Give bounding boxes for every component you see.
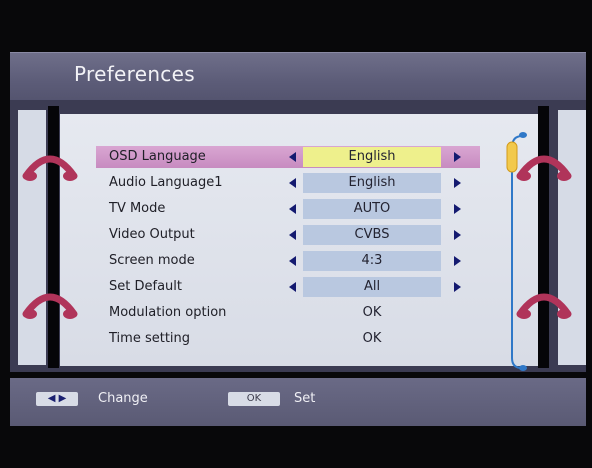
left-arrow-icon[interactable] — [289, 256, 296, 266]
row-value[interactable]: OK — [303, 329, 441, 349]
row-label: Modulation option — [109, 305, 227, 320]
row-label: Time setting — [109, 331, 191, 346]
set-hint: Set — [294, 391, 316, 406]
left-pillar — [48, 106, 59, 368]
right-pillar — [538, 106, 549, 368]
row-label: Set Default — [109, 279, 182, 294]
left-arrow-icon[interactable] — [289, 204, 296, 214]
menu-row-set-default[interactable]: Set Default All — [96, 276, 480, 298]
row-label: OSD Language — [109, 149, 206, 164]
page-title: Preferences — [74, 62, 195, 86]
menu-row-audio-language1[interactable]: Audio Language1 English — [96, 172, 480, 194]
left-arrow-icon[interactable] — [289, 178, 296, 188]
row-label: Screen mode — [109, 253, 195, 268]
change-hint: Change — [98, 391, 148, 406]
left-right-keys-icon: ◀ ▶ — [36, 392, 78, 406]
menu-row-osd-language[interactable]: OSD Language English — [96, 146, 480, 168]
row-label: Audio Language1 — [109, 175, 223, 190]
menu-row-time-setting[interactable]: Time setting OK — [96, 328, 480, 350]
menu-row-modulation-option[interactable]: Modulation option OK — [96, 302, 480, 324]
right-arrow-icon[interactable] — [454, 204, 461, 214]
right-arrow-icon[interactable] — [454, 152, 461, 162]
menu-row-tv-mode[interactable]: TV Mode AUTO — [96, 198, 480, 220]
left-arrow-icon[interactable] — [289, 282, 296, 292]
menu-row-screen-mode[interactable]: Screen mode 4:3 — [96, 250, 480, 272]
row-value[interactable]: 4:3 — [303, 251, 441, 271]
ok-key-icon: OK — [228, 392, 280, 406]
row-value[interactable]: AUTO — [303, 199, 441, 219]
row-value[interactable]: OK — [303, 303, 441, 323]
tv-screen: Preferences OSD Language English Audio L… — [0, 0, 592, 468]
row-value[interactable]: CVBS — [303, 225, 441, 245]
scroll-thumb — [506, 141, 518, 173]
right-arrow-icon[interactable] — [454, 256, 461, 266]
menu-frame: OSD Language English Audio Language1 Eng… — [10, 100, 586, 372]
row-value[interactable]: English — [303, 173, 441, 193]
right-arrow-icon[interactable] — [454, 178, 461, 188]
left-arrow-icon[interactable] — [289, 230, 296, 240]
left-arrow-icon[interactable] — [289, 152, 296, 162]
row-label: Video Output — [109, 227, 195, 242]
title-bar: Preferences — [10, 52, 586, 101]
right-arrow-icon[interactable] — [454, 230, 461, 240]
scrollbar[interactable] — [502, 130, 532, 374]
phone-handle-icon — [22, 155, 78, 181]
menu-row-video-output[interactable]: Video Output CVBS — [96, 224, 480, 246]
row-value[interactable]: All — [303, 277, 441, 297]
row-value[interactable]: English — [303, 147, 441, 167]
help-bar: ◀ ▶ Change OK Set — [10, 378, 586, 426]
phone-handle-icon — [22, 293, 78, 319]
right-arrow-icon[interactable] — [454, 282, 461, 292]
row-label: TV Mode — [109, 201, 166, 216]
